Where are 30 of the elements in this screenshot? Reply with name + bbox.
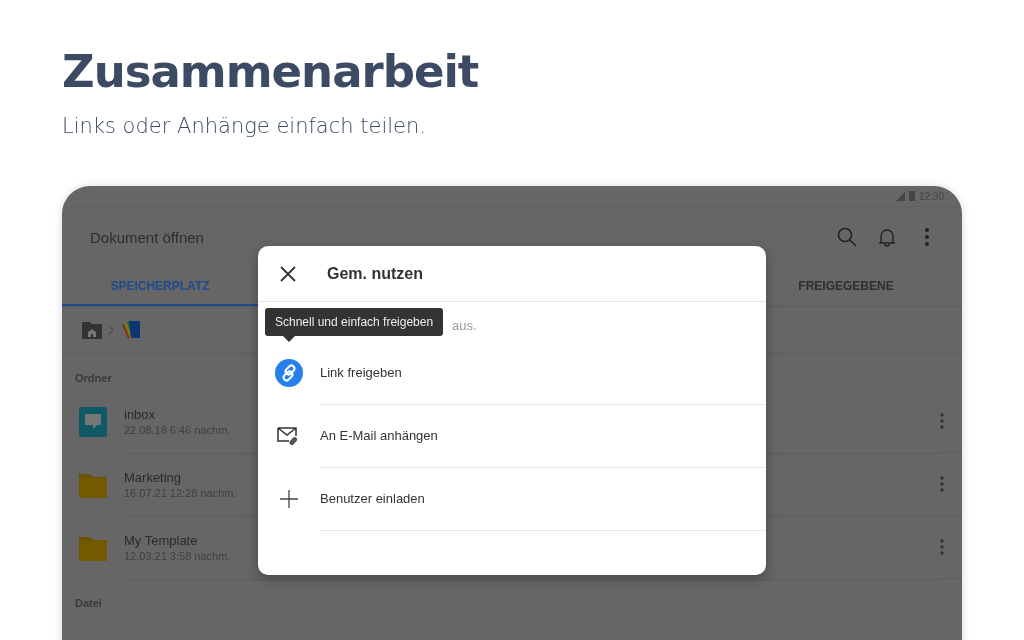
more-icon <box>924 227 930 247</box>
folder-icon <box>79 471 107 498</box>
chevron-icon <box>108 325 114 335</box>
battery-icon <box>908 191 915 201</box>
folder-icon <box>79 534 107 561</box>
dialog-title: Gem. nutzen <box>327 264 423 283</box>
dialog-hint: aus. <box>452 318 478 333</box>
message-icon <box>79 406 107 437</box>
share-option[interactable]: Benutzer einladen <box>258 467 766 530</box>
app-title: Dokument öffnen <box>90 228 205 246</box>
search-icon <box>837 227 857 247</box>
more-icon <box>940 476 944 492</box>
page-title: Zusammenarbeit <box>62 44 480 100</box>
tab[interactable]: FREIGEGEBENE <box>748 267 944 306</box>
plus-icon <box>280 489 298 508</box>
link-icon <box>275 358 303 387</box>
tooltip-pointer <box>283 336 295 342</box>
page-subtitle: Links oder Anhänge einfach teilen. <box>62 114 427 138</box>
more-icon <box>940 413 944 429</box>
home-folder-icon[interactable] <box>82 321 102 339</box>
more-icon <box>940 539 944 555</box>
share-option[interactable]: Link freigeben <box>258 341 766 404</box>
bell-icon <box>877 227 897 247</box>
app-logo-icon[interactable] <box>120 319 142 341</box>
close-icon <box>280 265 296 282</box>
share-option[interactable]: An E-Mail anhängen <box>258 404 766 467</box>
item-name[interactable]: My Template <box>124 532 198 548</box>
item-name[interactable]: Marketing <box>124 469 182 485</box>
signal-icon <box>895 191 905 201</box>
item-name[interactable]: inbox <box>124 406 156 422</box>
